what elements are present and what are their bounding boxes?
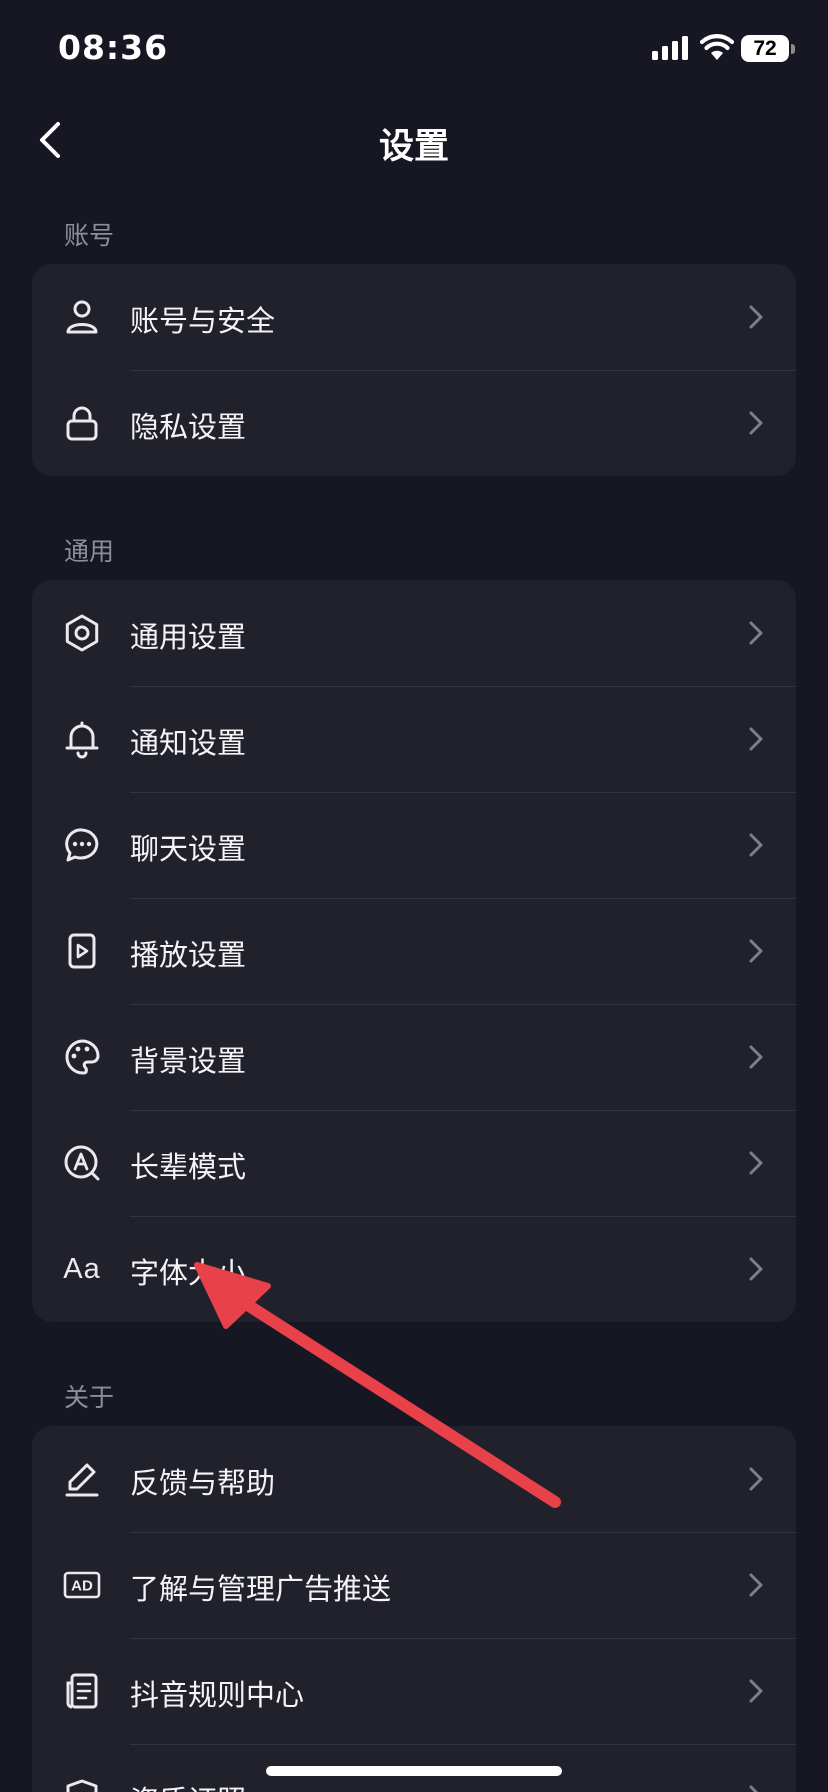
wifi-icon — [700, 34, 734, 60]
chevron-right-icon — [749, 939, 763, 963]
settings-item-label: 抖音规则中心 — [130, 1678, 305, 1712]
chevron-right-icon — [749, 1045, 763, 1069]
chevron-right-icon — [749, 1785, 759, 1792]
lock-icon — [62, 403, 102, 443]
settings-item-label: 长辈模式 — [130, 1150, 247, 1184]
chevron-right-icon — [749, 1257, 763, 1281]
chevron-right-icon — [749, 1151, 763, 1175]
settings-item-label: 通用设置 — [130, 620, 247, 654]
page-title: 设置 — [378, 127, 449, 167]
play-file-icon — [62, 931, 102, 971]
section-header-about: 关于 — [64, 1383, 115, 1412]
ad-icon-text: AD — [71, 1578, 93, 1595]
document-icon — [62, 1671, 102, 1711]
pencil-icon — [62, 1459, 102, 1499]
settings-item-ad-management[interactable]: AD 了解与管理广告推送 — [32, 1532, 796, 1638]
ad-icon: AD — [62, 1565, 102, 1605]
font-size-icon-text: Aa — [63, 1252, 101, 1285]
settings-item-playback[interactable]: 播放设置 — [32, 898, 796, 1004]
palette-icon — [62, 1037, 102, 1077]
chevron-right-icon — [749, 411, 763, 435]
nav-bar: 设置 — [0, 96, 828, 186]
settings-item-label: 账号与安全 — [130, 304, 276, 338]
settings-item-general[interactable]: 通用设置 — [32, 580, 796, 686]
settings-item-label: 字体大小 — [130, 1256, 247, 1290]
font-size-icon: Aa — [62, 1249, 102, 1289]
settings-item-notification[interactable]: 通知设置 — [32, 686, 796, 792]
cellular-signal-icon — [652, 36, 688, 60]
settings-item-elder-mode[interactable]: 长辈模式 — [32, 1110, 796, 1216]
chevron-right-icon — [749, 1573, 763, 1597]
settings-item-background[interactable]: 背景设置 — [32, 1004, 796, 1110]
settings-item-feedback[interactable]: 反馈与帮助 — [32, 1426, 796, 1532]
battery-icon: 72 — [741, 35, 789, 62]
shield-icon — [62, 1777, 102, 1792]
chevron-right-icon — [749, 1679, 763, 1703]
home-indicator — [266, 1766, 562, 1776]
settings-item-font-size[interactable]: Aa 字体大小 — [32, 1216, 796, 1322]
settings-screen: 08:36 72 设置 账号 账号与安全 隐私设置 通用 通用设置 通知设置 聊… — [0, 0, 828, 1792]
status-time: 08:36 — [58, 28, 169, 67]
elder-mode-icon — [62, 1143, 102, 1183]
settings-item-label: 反馈与帮助 — [130, 1466, 276, 1500]
settings-item-rules-center[interactable]: 抖音规则中心 — [32, 1638, 796, 1744]
settings-item-label: 背景设置 — [130, 1044, 247, 1078]
battery-level: 72 — [753, 36, 777, 60]
chat-bubble-icon — [62, 825, 102, 865]
person-icon — [62, 297, 102, 337]
settings-item-label: 资质证照 — [130, 1778, 246, 1792]
settings-item-label: 播放设置 — [130, 938, 247, 972]
status-bar: 08:36 72 — [0, 0, 828, 96]
battery-tip — [791, 44, 795, 54]
settings-item-label: 聊天设置 — [130, 832, 247, 866]
chevron-right-icon — [749, 727, 763, 751]
chevron-right-icon — [749, 833, 763, 857]
settings-item-chat[interactable]: 聊天设置 — [32, 792, 796, 898]
settings-item-label: 通知设置 — [130, 726, 247, 760]
settings-item-account-security[interactable]: 账号与安全 — [32, 264, 796, 370]
account-card: 账号与安全 隐私设置 — [32, 264, 796, 476]
chevron-right-icon — [749, 1467, 763, 1491]
about-card: 反馈与帮助 AD 了解与管理广告推送 抖音规则中心 资质证照 — [32, 1426, 796, 1792]
chevron-right-icon — [749, 621, 763, 645]
bell-icon — [62, 719, 102, 759]
section-header-general: 通用 — [64, 537, 115, 566]
settings-item-label: 了解与管理广告推送 — [130, 1572, 392, 1606]
section-header-account: 账号 — [64, 221, 115, 250]
general-card: 通用设置 通知设置 聊天设置 播放设置 背景设置 长辈模式 Aa 字体大小 — [32, 580, 796, 1322]
settings-item-label: 隐私设置 — [130, 410, 247, 444]
gear-icon — [62, 613, 102, 653]
chevron-right-icon — [749, 305, 763, 329]
settings-item-privacy[interactable]: 隐私设置 — [32, 370, 796, 476]
